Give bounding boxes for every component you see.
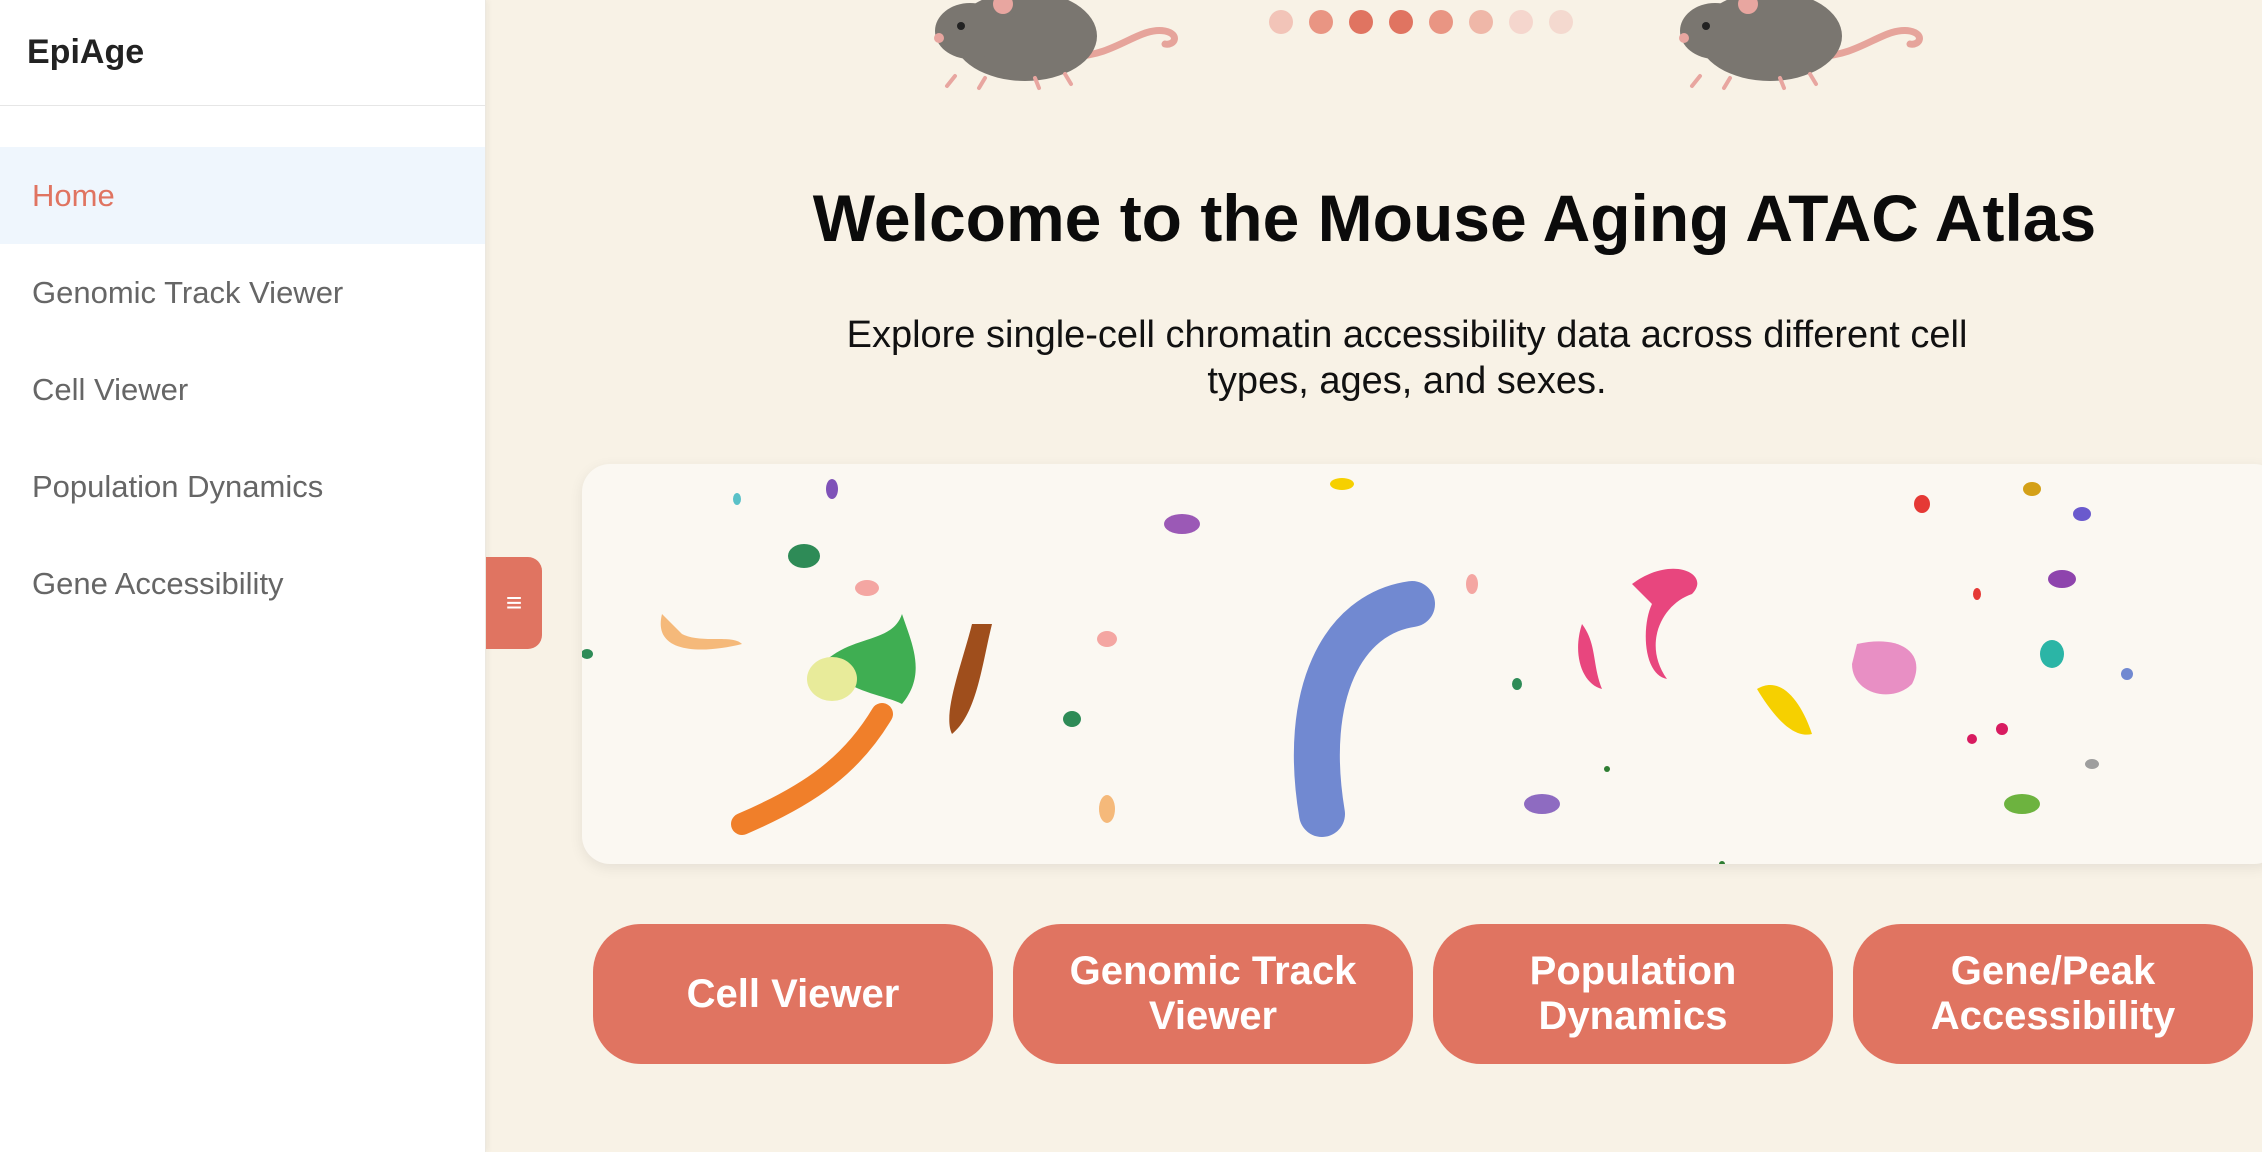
page-title: Welcome to the Mouse Aging ATAC Atlas [812,181,2097,255]
sidebar-item-population-dynamics[interactable]: Population Dynamics [0,438,485,535]
sidebar-item-genomic-track-viewer[interactable]: Genomic Track Viewer [0,244,485,341]
cell-viewer-button[interactable]: Cell Viewer [593,924,993,1064]
carousel-dot[interactable] [1469,10,1493,34]
page-subtitle: Explore single-cell chromatin accessibil… [846,314,1968,402]
genomic-track-viewer-button[interactable]: Genomic Track Viewer [1013,924,1413,1064]
population-dynamics-button[interactable]: Population Dynamics [1433,924,1833,1064]
sidebar-nav: Home Genomic Track Viewer Cell Viewer Po… [0,147,485,632]
carousel-dot[interactable] [1349,10,1373,34]
sidebar-item-cell-viewer[interactable]: Cell Viewer [0,341,485,438]
sidebar-item-home[interactable]: Home [0,147,485,244]
umap-overview-image [582,464,2262,864]
gene-peak-accessibility-button[interactable]: Gene/Peak Accessibility [1853,924,2253,1064]
sidebar-item-gene-accessibility[interactable]: Gene Accessibility [0,535,485,632]
mouse-illustration-left [934,0,1178,90]
carousel-dot[interactable] [1309,10,1333,34]
carousel-dot[interactable] [1269,10,1293,34]
main-content: Welcome to the Mouse Aging ATAC Atlas Ex… [487,0,2262,1152]
carousel-dot[interactable] [1549,10,1573,34]
carousel-dot[interactable] [1429,10,1453,34]
carousel-dot[interactable] [1389,10,1413,34]
carousel-dot[interactable] [1509,10,1533,34]
sidebar: EpiAge Home Genomic Track Viewer Cell Vi… [0,0,486,1152]
brand-logo[interactable]: EpiAge [0,0,485,106]
carousel-dots [1269,10,1573,34]
mouse-illustration-right [1679,0,1923,90]
